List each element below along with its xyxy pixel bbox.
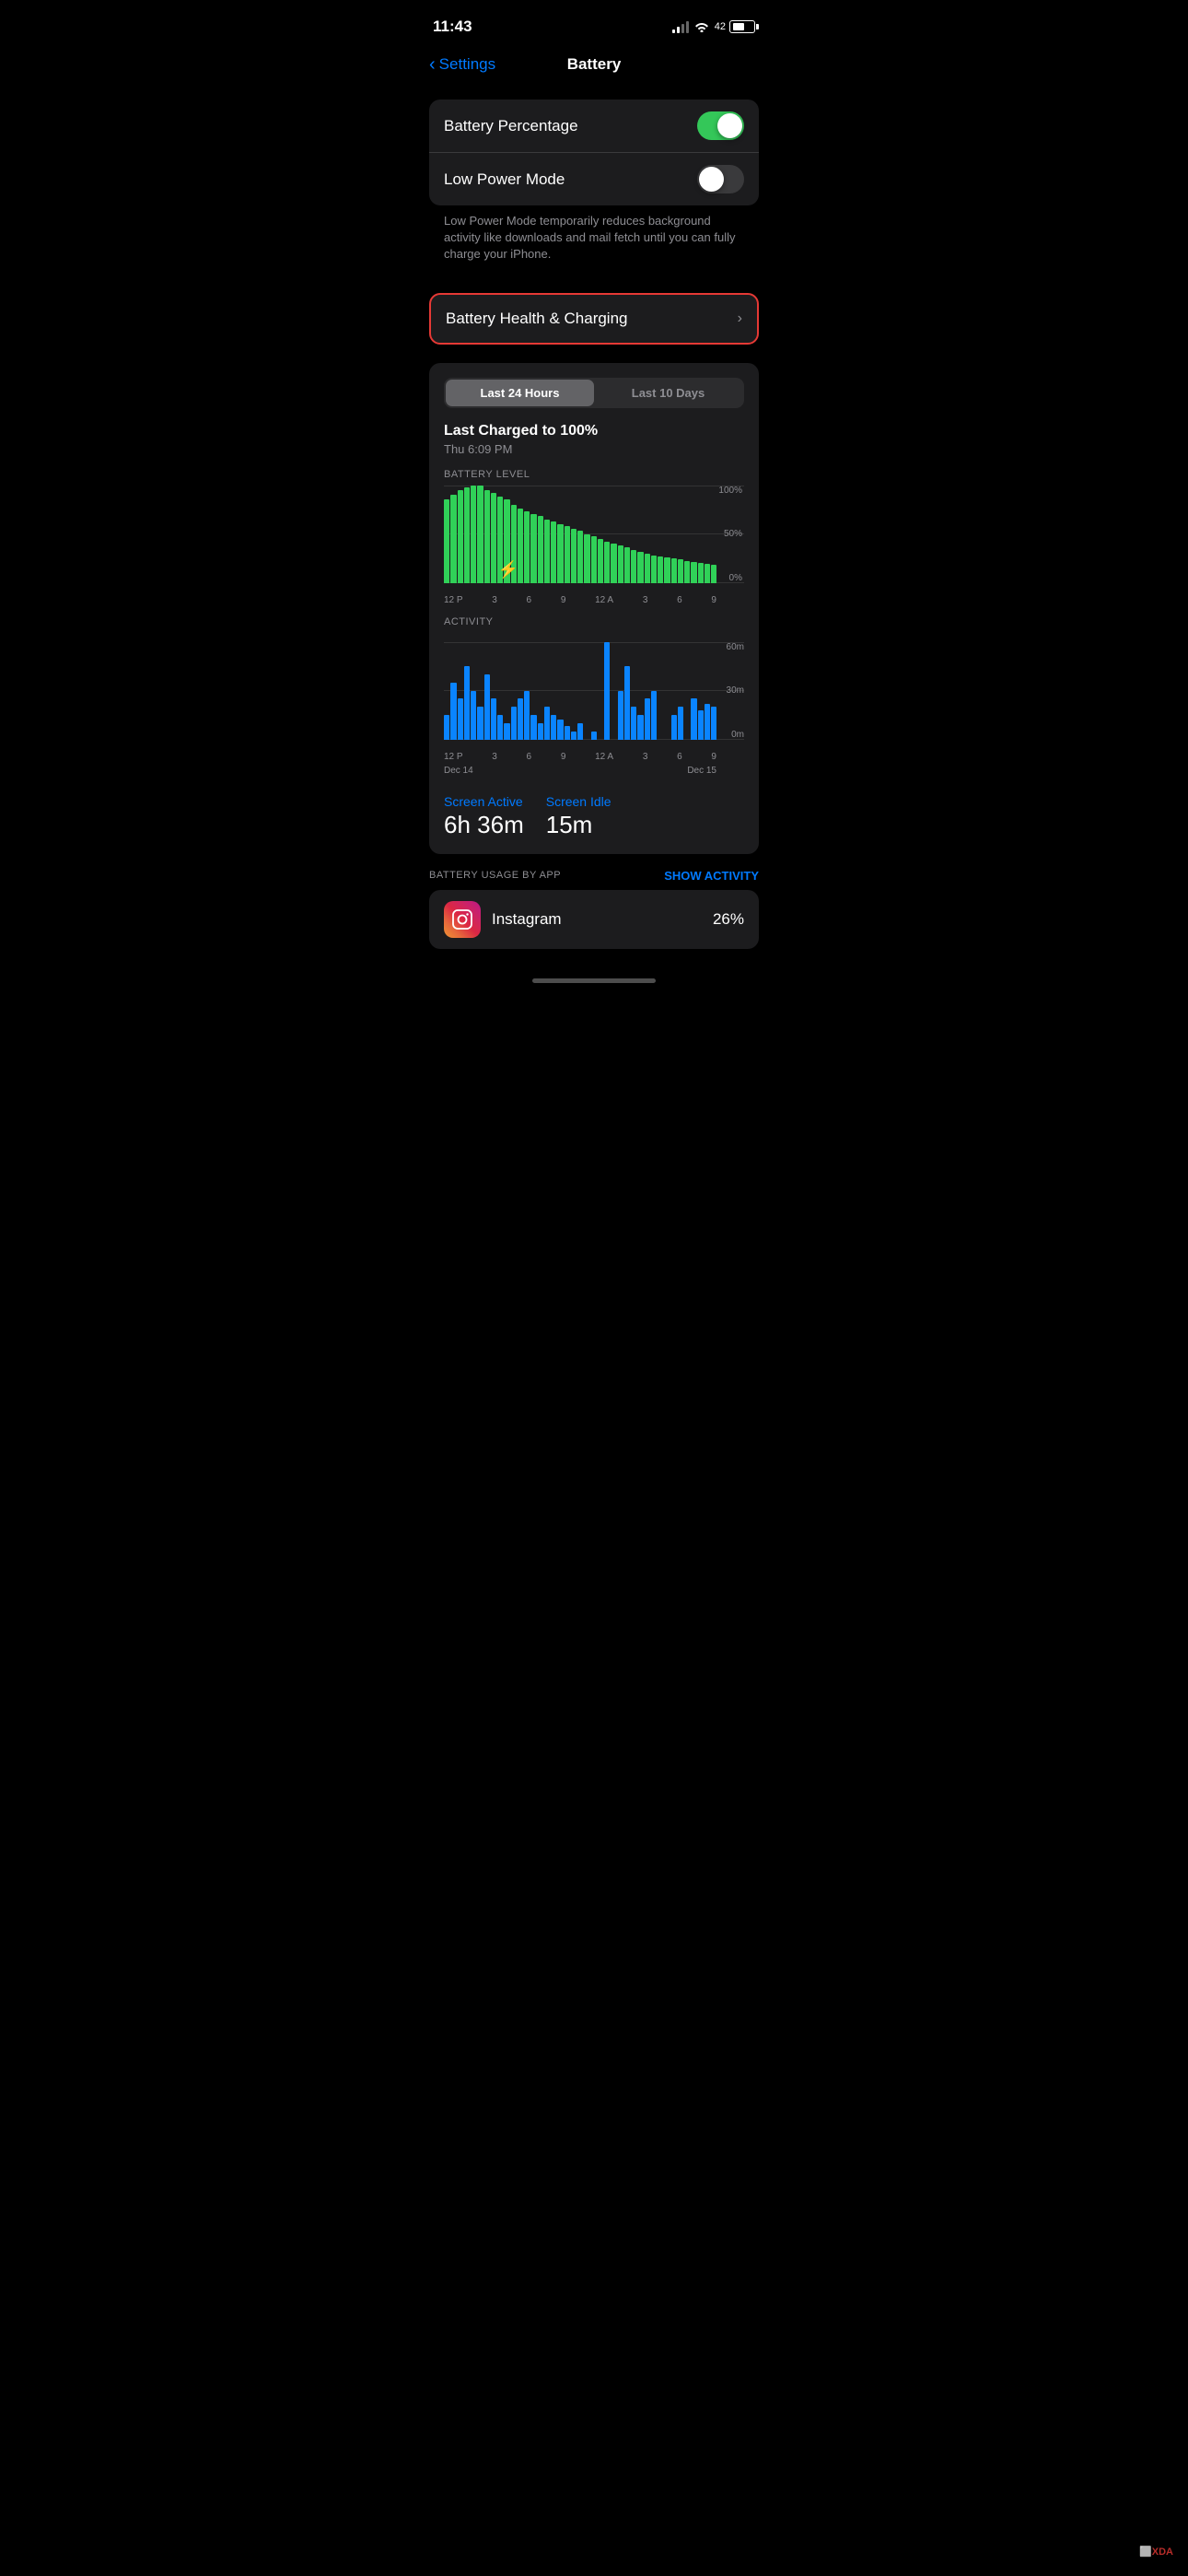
battery-level-label: BATTERY LEVEL [444, 469, 744, 480]
screen-usage: Screen Active 6h 36m Screen Idle 15m [444, 794, 744, 839]
battery-percent: 42 [715, 21, 726, 32]
status-time: 11:43 [433, 18, 472, 36]
battery-health-row[interactable]: Battery Health & Charging › [431, 295, 757, 343]
show-activity-button[interactable]: SHOW ACTIVITY [664, 869, 759, 883]
instagram-percent: 26% [713, 910, 744, 929]
back-chevron-icon: ‹ [429, 54, 436, 76]
usage-header: BATTERY USAGE BY APP SHOW ACTIVITY [429, 869, 759, 883]
nav-header: ‹ Settings Battery [414, 48, 774, 85]
instagram-name: Instagram [492, 910, 713, 929]
low-power-description: Low Power Mode temporarily reduces backg… [429, 205, 759, 275]
battery-percentage-toggle[interactable] [697, 111, 744, 140]
instagram-icon [444, 901, 481, 938]
battery-chart-section: Last 24 Hours Last 10 Days Last Charged … [429, 363, 759, 854]
instagram-row[interactable]: Instagram 26% [429, 890, 759, 949]
screen-active-value: 6h 36m [444, 811, 524, 839]
last-charged-title: Last Charged to 100% [444, 423, 744, 439]
home-bar [532, 978, 656, 983]
low-power-mode-toggle[interactable] [697, 165, 744, 193]
last-charged-subtitle: Thu 6:09 PM [444, 442, 744, 456]
period-tabs[interactable]: Last 24 Hours Last 10 Days [444, 378, 744, 408]
activity-chart: 60m 30m 0m 12 P 3 6 9 12 A 3 6 9 [444, 642, 744, 762]
wifi-icon [694, 21, 709, 32]
status-icons: 42 [672, 20, 755, 33]
battery-percentage-row[interactable]: Battery Percentage [429, 100, 759, 153]
home-indicator [414, 964, 774, 990]
battery-health-group[interactable]: Battery Health & Charging › [429, 293, 759, 345]
chevron-right-icon: › [738, 310, 742, 327]
signal-icon [672, 20, 689, 33]
status-bar: 11:43 42 [414, 0, 774, 48]
back-label: Settings [439, 55, 495, 74]
low-power-mode-label: Low Power Mode [444, 170, 565, 189]
charging-icon: ⚡ [498, 560, 518, 580]
battery-level-chart: 100% 50% 0% ⚡ 12 P 3 6 9 12 A 3 6 9 [444, 486, 744, 605]
page-title: Battery [567, 55, 622, 74]
battery-indicator: 42 [715, 20, 755, 33]
tab-last-10-days[interactable]: Last 10 Days [594, 380, 742, 406]
battery-health-label: Battery Health & Charging [446, 310, 628, 328]
battery-x-labels: 12 P 3 6 9 12 A 3 6 9 [444, 595, 716, 605]
usage-title: BATTERY USAGE BY APP [429, 870, 561, 881]
battery-percentage-label: Battery Percentage [444, 117, 578, 135]
battery-y-labels: 100% 50% 0% [718, 486, 744, 583]
screen-idle-label: Screen Idle [546, 794, 611, 809]
activity-bars [444, 642, 716, 740]
screen-idle-value: 15m [546, 811, 611, 839]
battery-icon [729, 20, 755, 33]
back-button[interactable]: ‹ Settings [429, 54, 495, 76]
activity-y-labels: 60m 30m 0m [727, 642, 744, 740]
app-usage-group: Instagram 26% [429, 890, 759, 949]
screen-active-label: Screen Active [444, 794, 524, 809]
screen-active-item: Screen Active 6h 36m [444, 794, 524, 839]
battery-toggles-group: Battery Percentage Low Power Mode [429, 100, 759, 205]
activity-x-labels: 12 P 3 6 9 12 A 3 6 9 [444, 752, 716, 762]
xda-watermark: ⬜XDA [1139, 2546, 1173, 2558]
battery-bars [444, 486, 716, 583]
date-labels: Dec 14 Dec 15 [444, 766, 716, 776]
tab-last-24-hours[interactable]: Last 24 Hours [446, 380, 594, 406]
screen-idle-item: Screen Idle 15m [546, 794, 611, 839]
activity-label: ACTIVITY [444, 616, 744, 627]
low-power-mode-row[interactable]: Low Power Mode [429, 153, 759, 205]
